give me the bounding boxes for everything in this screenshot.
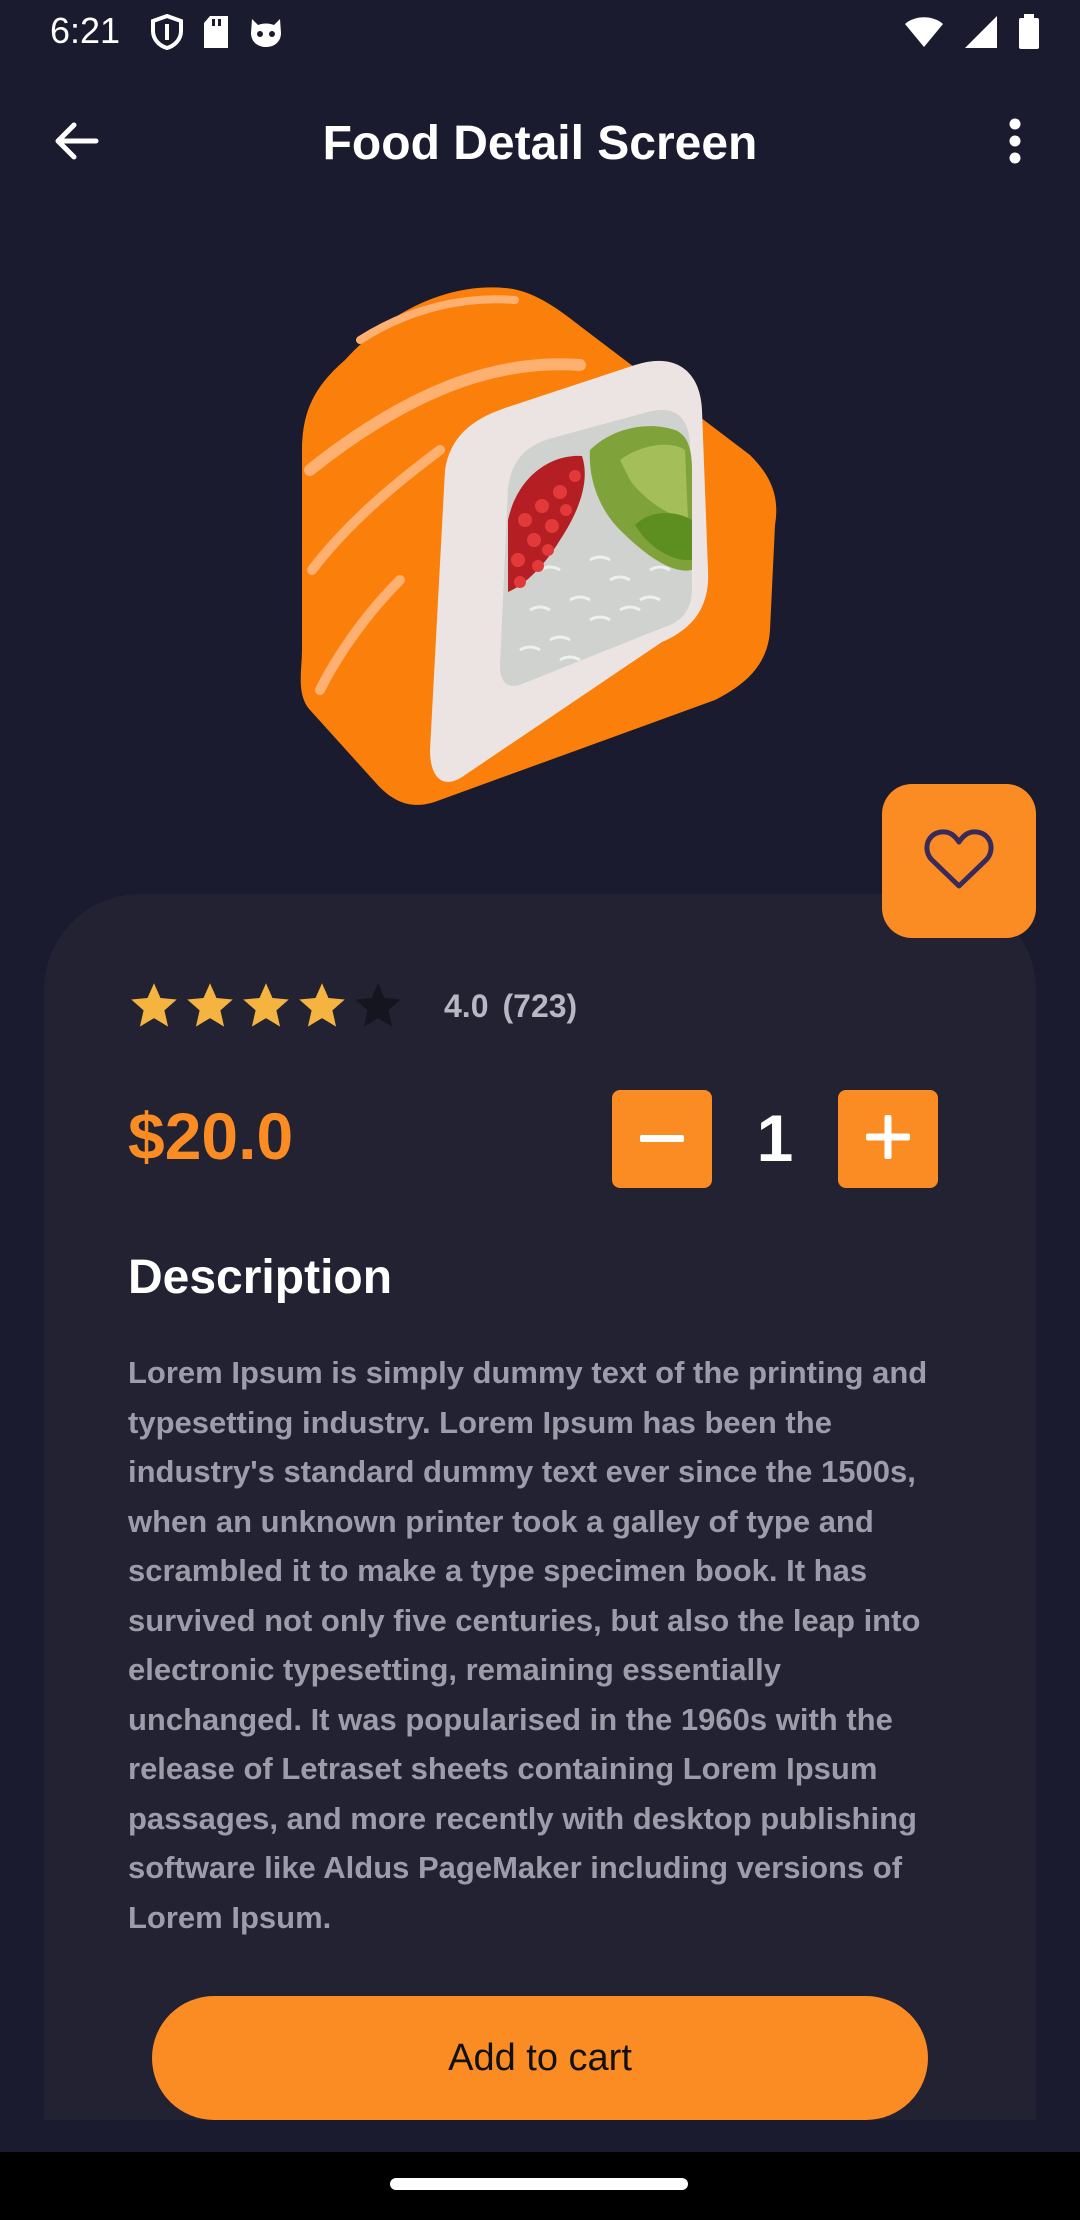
status-icons-left	[150, 13, 284, 55]
price-label: $20.0	[128, 1099, 294, 1173]
plus-icon	[866, 1114, 910, 1164]
rating-value: 4.0	[444, 987, 489, 1024]
minus-icon	[640, 1130, 684, 1148]
status-icons-right	[904, 14, 1040, 55]
favorite-button[interactable]	[882, 784, 1036, 938]
food-detail-screen: 6:21 Food Detail Screen 4.0 (723) $20.0 …	[0, 0, 1080, 2220]
add-to-cart-button[interactable]: Add to cart	[152, 1996, 928, 2120]
star-filled-icon	[131, 983, 177, 1027]
star-filled-icon	[299, 983, 345, 1027]
star-filled-icon	[187, 983, 233, 1027]
more-vertical-icon	[1008, 118, 1022, 169]
star-empty-icon	[355, 983, 401, 1027]
signal-icon	[964, 15, 998, 54]
quantity-value: 1	[756, 1101, 794, 1175]
status-time: 6:21	[50, 10, 121, 51]
star-filled-icon	[243, 983, 289, 1027]
rating-count: (723)	[502, 987, 578, 1024]
rating-row: 4.0 (723)	[128, 976, 577, 1036]
battery-icon	[1018, 14, 1040, 55]
heart-outline-icon	[924, 828, 994, 895]
quantity-decrease-button[interactable]	[612, 1090, 712, 1188]
description-text: Lorem Ipsum is simply dummy text of the …	[128, 1355, 928, 1935]
star-rating	[128, 980, 404, 1032]
quantity-increase-button[interactable]	[838, 1090, 938, 1188]
wifi-icon	[904, 16, 944, 53]
status-bar: 6:21	[0, 0, 1080, 66]
page-title: Food Detail Screen	[322, 117, 758, 170]
description-title: Description	[128, 1251, 393, 1304]
sushi-roll-illustration	[290, 270, 790, 810]
app-bar: Food Detail Screen	[0, 84, 1080, 202]
shield-icon	[150, 13, 184, 55]
home-indicator[interactable]	[390, 2178, 688, 2190]
cat-face-icon	[248, 15, 284, 54]
sd-card-icon	[202, 15, 230, 54]
more-options-button[interactable]	[990, 110, 1040, 176]
